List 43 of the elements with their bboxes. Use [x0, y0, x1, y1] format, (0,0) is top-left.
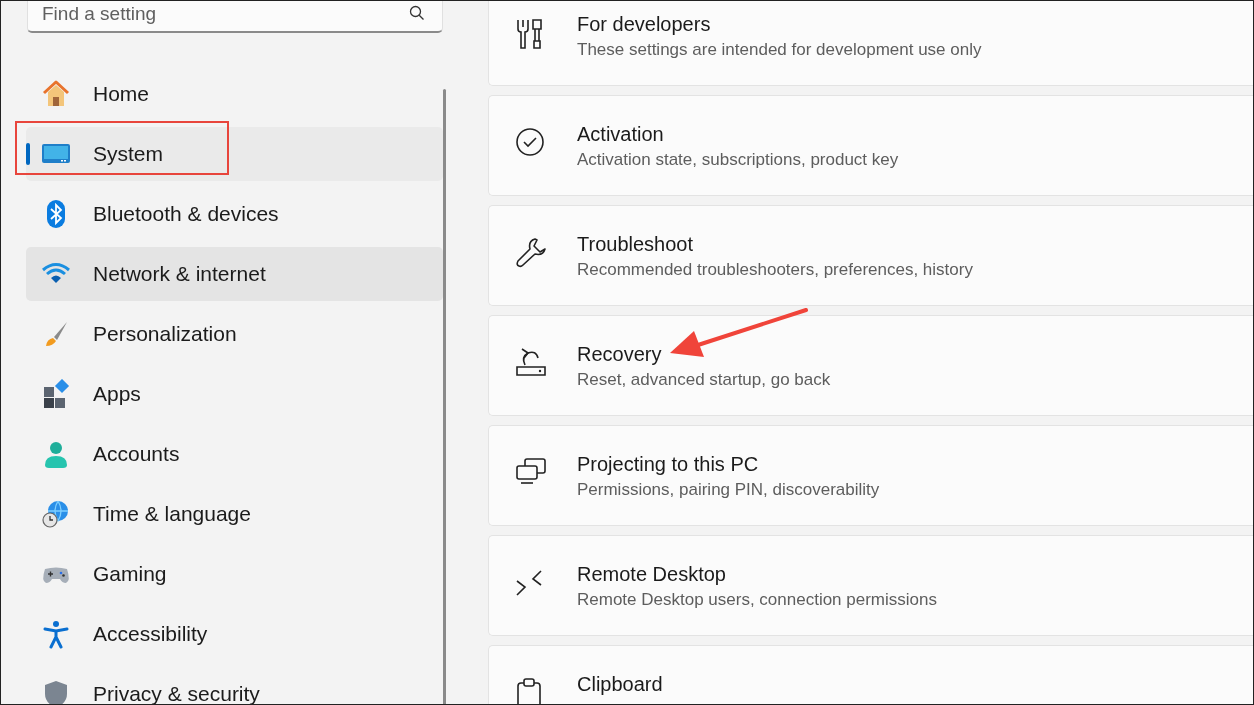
card-description: Recommended troubleshooters, preferences, history: [577, 260, 973, 280]
settings-card[interactable]: Clipboard: [488, 645, 1253, 704]
card-description: Permissions, pairing PIN, discoverability: [577, 480, 880, 500]
card-title: Recovery: [577, 343, 663, 366]
card-title: Projecting to this PC: [577, 453, 760, 476]
nav-item[interactable]: Apps: [26, 367, 443, 421]
wrench-icon: [515, 237, 547, 269]
search-icon: [409, 5, 425, 21]
nav-item[interactable]: Accounts: [26, 427, 443, 481]
settings-card[interactable]: Recovery Reset, advanced startup, go back: [488, 315, 1253, 416]
card-title: For developers: [577, 13, 712, 36]
accessibility-icon: [41, 619, 71, 649]
card-title: Remote Desktop: [577, 563, 727, 586]
nav-item[interactable]: Bluetooth & devices: [26, 187, 443, 241]
screens-icon: [515, 457, 547, 485]
card-title: Activation: [577, 123, 665, 146]
selection-indicator: [26, 143, 30, 165]
nav-item[interactable]: Time & language: [26, 487, 443, 541]
card-description: Activation state, subscriptions, product key: [577, 150, 899, 170]
recovery-icon: [515, 347, 547, 377]
nav-item[interactable]: Home: [26, 67, 443, 121]
card-title: Troubleshoot: [577, 233, 694, 256]
nav-item[interactable]: Personalization: [26, 307, 443, 361]
scrollbar[interactable]: [443, 89, 446, 704]
settings-card[interactable]: Projecting to this PC Permissions, pairing PIN, discoverability: [488, 425, 1253, 526]
nav-item[interactable]: System: [26, 127, 443, 181]
card-description: Reset, advanced startup, go back: [577, 370, 831, 390]
nav-item[interactable]: Accessibility: [26, 607, 443, 661]
search-field[interactable]: Find a setting: [27, 1, 443, 33]
home-icon: [41, 79, 71, 109]
settings-card[interactable]: Troubleshoot Recommended troubleshooters, preferences, history: [488, 205, 1253, 306]
nav-item[interactable]: Network & internet: [26, 247, 443, 301]
settings-card[interactable]: Activation Activation state, subscriptions, product key: [488, 95, 1253, 196]
settings-card[interactable]: Remote Desktop Remote Desktop users, connection permissions: [488, 535, 1253, 636]
tools-icon: [515, 17, 545, 51]
check-circle-icon: [515, 127, 545, 157]
card-description: Remote Desktop users, connection permissions: [577, 590, 937, 610]
settings-card[interactable]: For developers These settings are intended for development use only: [488, 1, 1253, 86]
globe-clock-icon: [41, 499, 71, 529]
nav-item[interactable]: Gaming: [26, 547, 443, 601]
card-title: Clipboard: [577, 673, 663, 696]
card-description: These settings are intended for development use only: [577, 40, 982, 60]
apps-icon: [41, 379, 71, 409]
